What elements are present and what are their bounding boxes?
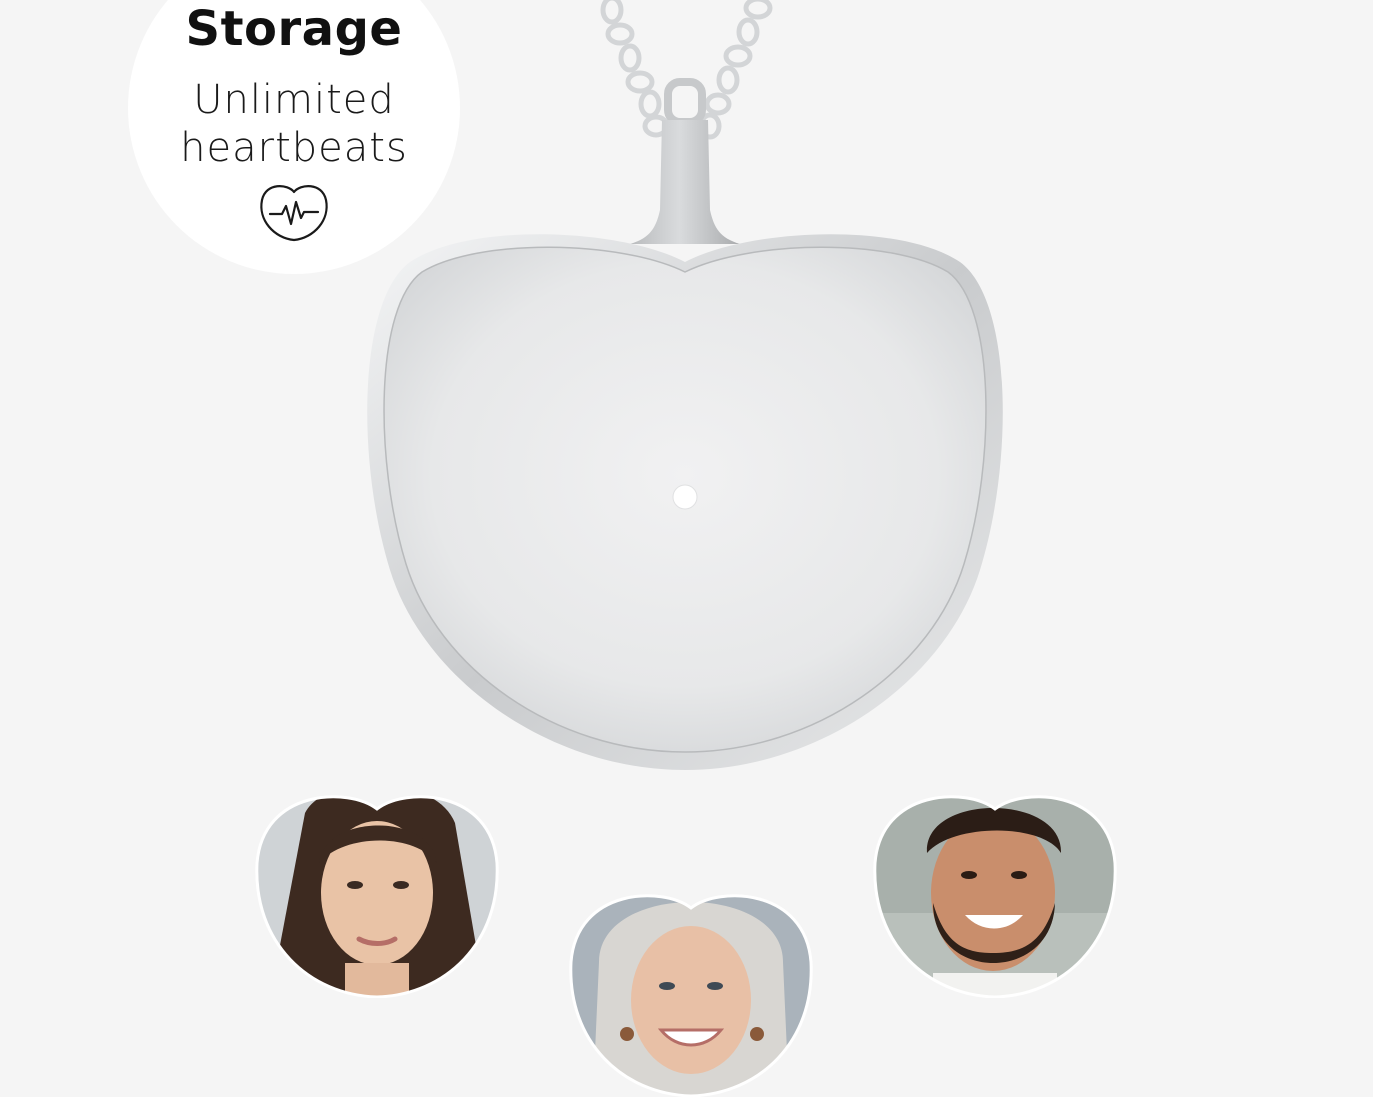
chain-left [600,0,670,138]
chain-right [698,0,773,140]
heart-pendant-necklace [367,0,1003,771]
sensor-dot [672,484,698,510]
portrait-bearded-man [873,795,1117,998]
portrait-older-woman [569,894,813,1097]
heartbeat-heart-icon [260,185,328,242]
bail-stem [630,120,740,244]
portrait-young-woman [255,795,499,998]
bail-loop [664,78,706,126]
